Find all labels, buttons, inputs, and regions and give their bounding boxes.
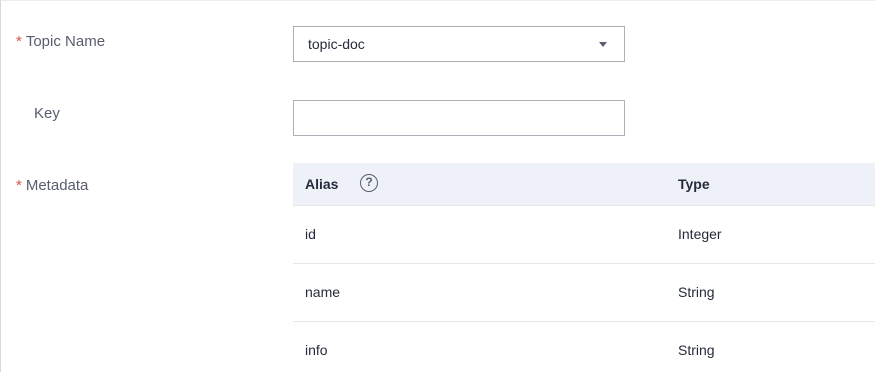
key-input[interactable] <box>293 100 625 136</box>
topic-name-label-text: Topic Name <box>25 33 106 50</box>
table-row: id Integer <box>293 206 875 264</box>
cell-alias: info <box>305 342 328 358</box>
cell-alias: id <box>305 226 316 242</box>
form-panel: * Topic Name topic-doc Key * Metadata Alia… <box>0 0 875 379</box>
metadata-table: Alias ? Type id Integer name String info… <box>293 163 875 379</box>
column-header-alias: Alias <box>305 176 339 192</box>
key-label-text: Key <box>34 105 60 122</box>
metadata-label: * Metadata <box>16 177 88 194</box>
topic-name-label: * Topic Name <box>16 33 105 50</box>
column-header-type: Type <box>678 176 710 192</box>
required-mark: * <box>16 177 22 194</box>
cell-alias: name <box>305 284 341 300</box>
chevron-down-icon[interactable] <box>599 42 607 47</box>
key-label: Key <box>34 105 60 122</box>
topic-name-selected-value: topic-doc <box>308 36 365 52</box>
cell-type: String <box>678 284 715 300</box>
cell-type: Integer <box>678 226 722 242</box>
table-row: name String <box>293 264 875 322</box>
cell-type: String <box>678 342 715 358</box>
question-circle-icon[interactable]: ? <box>360 174 378 192</box>
table-row: info String <box>293 322 875 379</box>
required-mark: * <box>16 33 22 50</box>
metadata-table-header: Alias ? Type <box>293 163 875 206</box>
topic-name-select[interactable]: topic-doc <box>293 26 625 62</box>
metadata-label-text: Metadata <box>25 177 89 194</box>
